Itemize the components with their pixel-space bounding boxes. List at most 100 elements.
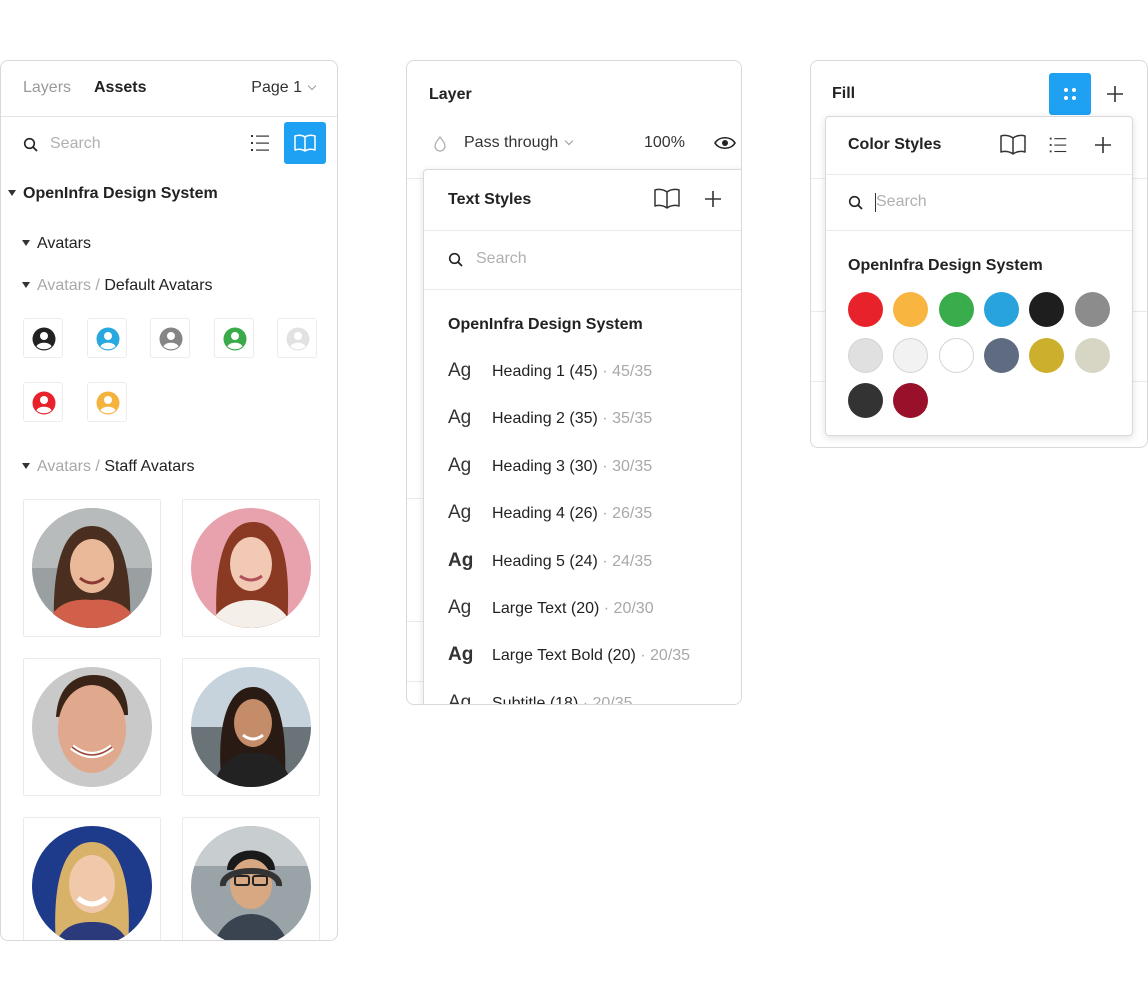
- color-swatch[interactable]: [848, 383, 883, 418]
- plus-icon[interactable]: [705, 191, 721, 212]
- collapse-caret-icon[interactable]: [8, 190, 16, 196]
- library-view-button[interactable]: [284, 122, 326, 164]
- group-path-name: Staff Avatars: [104, 458, 195, 475]
- color-swatch[interactable]: [1074, 292, 1110, 327]
- assets-search-input[interactable]: Search: [50, 135, 101, 153]
- text-style-preview: Ag: [448, 691, 472, 705]
- color-swatch[interactable]: [1029, 337, 1065, 373]
- text-style-item[interactable]: Ag Heading 3 (30) · 30/35: [424, 455, 741, 502]
- divider: [826, 174, 1132, 175]
- text-style-preview: Ag: [448, 360, 472, 381]
- text-style-name: Heading 2 (35): [492, 410, 598, 428]
- color-styles-popover: Color Styles Search OpenInfra Design Sys…: [825, 116, 1133, 436]
- color-swatch[interactable]: [848, 292, 883, 327]
- eye-icon[interactable]: [714, 135, 736, 156]
- chevron-down-icon: [565, 136, 574, 146]
- opacity-input[interactable]: 100%: [644, 134, 685, 152]
- staff-avatar[interactable]: [182, 658, 320, 796]
- text-style-metrics: · 20/35: [640, 647, 691, 665]
- group-path-separator: /: [95, 458, 100, 475]
- text-style-item[interactable]: Ag Large Text Bold (20) · 20/35: [424, 644, 741, 691]
- group-path-separator: /: [95, 277, 100, 294]
- staff-avatar[interactable]: [23, 499, 161, 637]
- color-swatch[interactable]: [938, 337, 974, 373]
- list-icon: [251, 135, 269, 151]
- group-avatars[interactable]: Avatars: [37, 235, 91, 253]
- collapse-caret-icon[interactable]: [22, 463, 30, 469]
- list-icon[interactable]: [1047, 134, 1069, 161]
- blend-drop-icon: [434, 136, 446, 157]
- staff-avatar-photo: [32, 667, 152, 787]
- group-path-parent: Avatars: [37, 458, 91, 475]
- user-avatar-icon: [223, 327, 247, 351]
- text-style-preview: Ag: [448, 407, 472, 429]
- staff-avatar-photo: [191, 508, 311, 628]
- panel-tabs: Layers Assets Page 1: [1, 61, 337, 117]
- collapse-caret-icon[interactable]: [22, 282, 30, 288]
- tab-layers[interactable]: Layers: [23, 79, 71, 97]
- text-style-item[interactable]: Ag Heading 2 (35) · 35/35: [424, 407, 741, 454]
- group-path-name: Default Avatars: [104, 277, 213, 294]
- text-style-item[interactable]: Ag Large Text (20) · 20/30: [424, 597, 741, 644]
- default-avatar[interactable]: [277, 318, 317, 358]
- text-style-metrics: · 20/35: [582, 694, 633, 705]
- tab-assets[interactable]: Assets: [94, 79, 146, 97]
- page-selector[interactable]: Page 1: [251, 79, 317, 97]
- user-avatar-icon: [32, 327, 56, 351]
- book-icon[interactable]: [999, 134, 1027, 161]
- color-swatch[interactable]: [983, 292, 1019, 327]
- staff-avatar-photo: [191, 667, 311, 787]
- user-avatar-icon: [32, 391, 56, 415]
- default-avatar[interactable]: [87, 318, 127, 358]
- color-swatch[interactable]: [983, 337, 1019, 373]
- user-avatar-icon: [286, 327, 310, 351]
- blend-mode-select[interactable]: Pass through: [464, 134, 574, 152]
- default-avatar[interactable]: [87, 382, 127, 422]
- color-swatch[interactable]: [893, 383, 929, 418]
- group-staff-avatars[interactable]: Avatars / Staff Avatars: [37, 458, 194, 476]
- color-styles-search-input[interactable]: Search: [876, 193, 927, 211]
- default-avatar[interactable]: [214, 318, 254, 358]
- color-swatch[interactable]: [848, 337, 883, 373]
- text-styles-library-title: OpenInfra Design System: [448, 316, 643, 333]
- text-style-item[interactable]: Ag Subtitle (18) · 20/35: [424, 691, 741, 705]
- text-styles-title: Text Styles: [448, 191, 532, 208]
- book-icon[interactable]: [653, 188, 681, 215]
- list-view-button[interactable]: [239, 122, 281, 164]
- page-selector-label: Page 1: [251, 79, 302, 96]
- plus-icon[interactable]: [1107, 86, 1123, 107]
- text-style-name-group: Heading 2 (35) · 35/35: [492, 410, 652, 428]
- staff-avatar[interactable]: [182, 817, 320, 940]
- color-swatch[interactable]: [893, 292, 929, 327]
- chevron-down-icon: [307, 81, 317, 91]
- blend-mode-value: Pass through: [464, 134, 559, 151]
- book-icon: [294, 134, 316, 152]
- collapse-caret-icon[interactable]: [22, 240, 30, 246]
- color-swatch[interactable]: [893, 337, 929, 373]
- color-swatch[interactable]: [1074, 337, 1110, 373]
- text-style-metrics: · 26/35: [602, 505, 653, 523]
- group-default-avatars[interactable]: Avatars / Default Avatars: [37, 277, 213, 295]
- text-style-item[interactable]: Ag Heading 1 (45) · 45/35: [424, 360, 741, 407]
- default-avatar[interactable]: [23, 318, 63, 358]
- plus-icon[interactable]: [1095, 137, 1111, 158]
- search-icon: [448, 252, 464, 268]
- default-avatar[interactable]: [150, 318, 190, 358]
- text-style-name: Large Text (20): [492, 600, 600, 617]
- staff-avatar[interactable]: [23, 817, 161, 940]
- text-style-name: Heading 5 (24): [492, 552, 598, 570]
- text-style-item[interactable]: Ag Heading 4 (26) · 26/35: [424, 502, 741, 549]
- style-dots-icon: [1064, 88, 1076, 100]
- style-grid-button[interactable]: [1049, 73, 1091, 115]
- staff-avatar[interactable]: [23, 658, 161, 796]
- text-style-item[interactable]: Ag Heading 5 (24) · 24/35: [424, 550, 741, 597]
- text-style-metrics: · 45/35: [602, 363, 653, 380]
- color-swatch[interactable]: [1029, 292, 1065, 327]
- staff-avatar[interactable]: [182, 499, 320, 637]
- text-style-name-group: Heading 3 (30) · 30/35: [492, 458, 652, 476]
- assets-search-row: Search: [1, 117, 337, 173]
- text-style-name: Large Text Bold (20): [492, 647, 636, 665]
- color-swatch[interactable]: [938, 292, 974, 327]
- default-avatar[interactable]: [23, 382, 63, 422]
- text-styles-search-input[interactable]: Search: [476, 250, 527, 268]
